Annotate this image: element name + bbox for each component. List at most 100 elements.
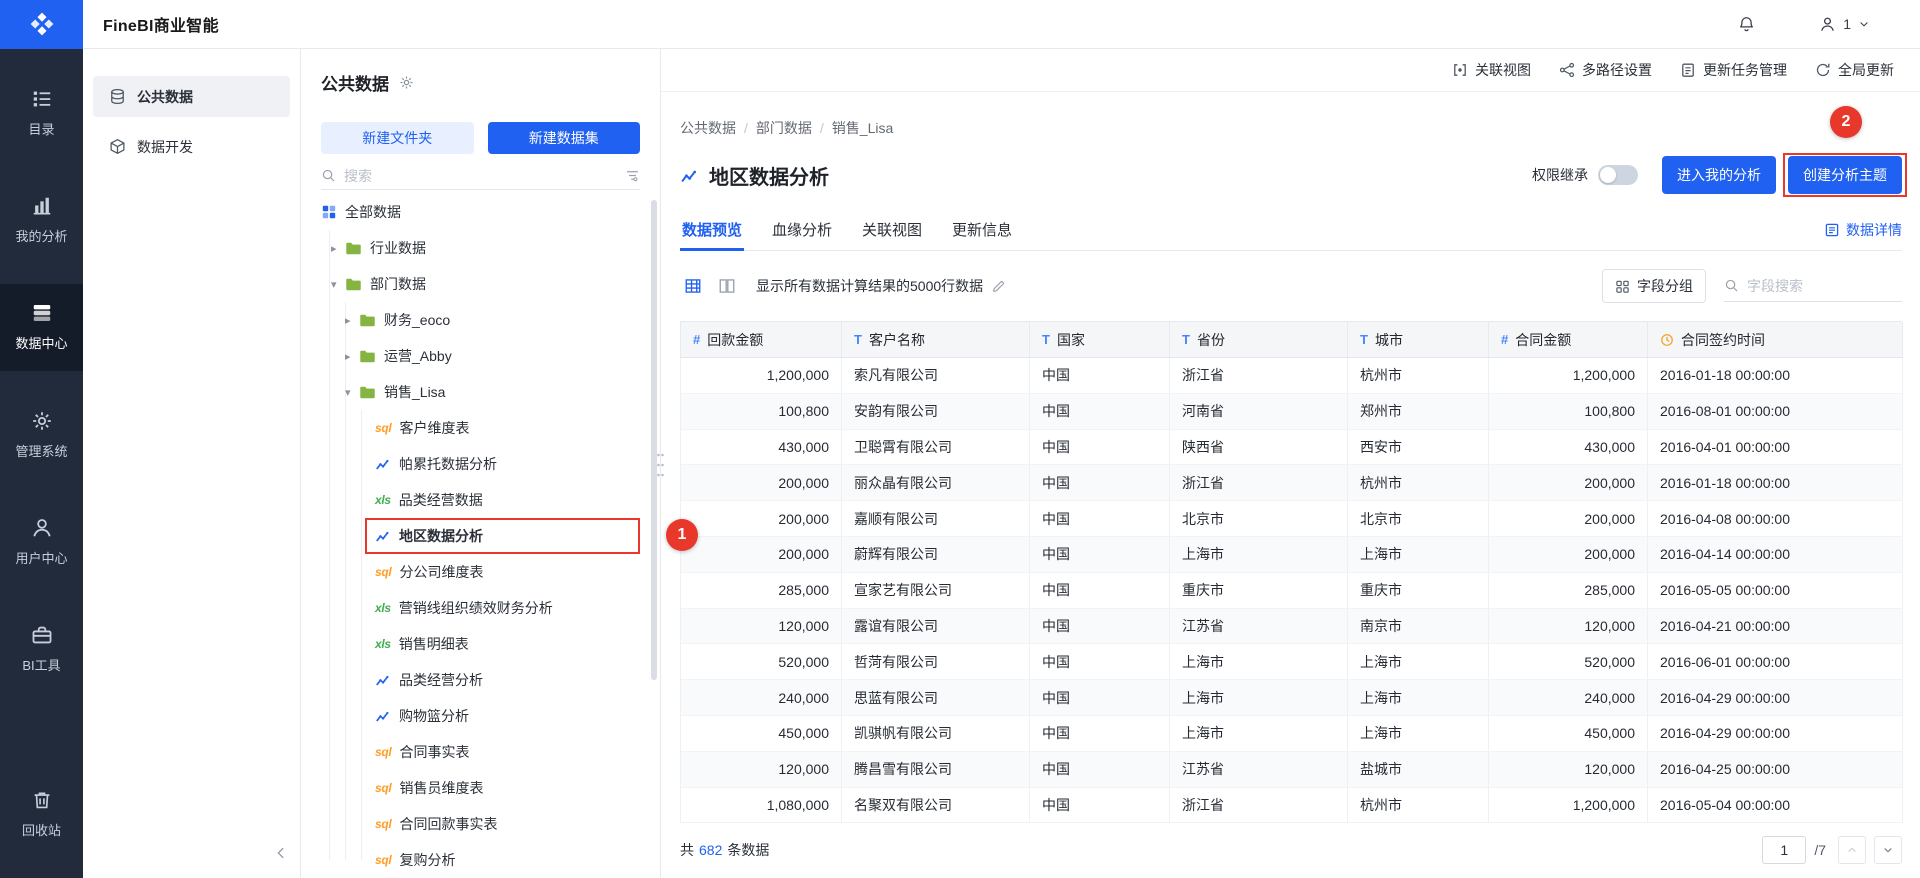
sql-icon: sql [375,745,392,759]
tree-item[interactable]: xls 品类经营数据 [301,482,660,518]
table-cell: 思蓝有限公司 [842,680,1030,716]
field-group-button[interactable]: 字段分组 [1602,269,1706,303]
expand-arrow-icon[interactable]: ▸ [345,314,359,327]
table-cell: 中国 [1030,572,1170,609]
breadcrumb-item[interactable]: 公共数据 [680,118,736,138]
gear-icon[interactable] [399,75,414,90]
table-cell: 1,200,000 [1489,787,1648,824]
tree-item[interactable]: 全部数据 [301,194,660,230]
column-header-6[interactable]: # 合同金额 [1489,322,1648,358]
tab-relation-view[interactable]: 关联视图 [860,209,924,250]
prev-page-button[interactable] [1838,836,1866,864]
new-folder-button[interactable]: 新建文件夹 [321,122,474,154]
table-cell: 江苏省 [1170,751,1348,788]
toolbar-link-multi-path-settings[interactable]: 多路径设置 [1559,60,1652,80]
field-search-input[interactable] [1747,277,1902,294]
table-cell: 2016-04-21 00:00:00 [1648,608,1903,645]
xls-icon: xls [375,601,391,615]
tab-lineage-analysis[interactable]: 血缘分析 [770,209,834,250]
relation-view-icon [1452,62,1468,78]
tree-search-input[interactable] [344,167,617,184]
sidebar-item-management-system[interactable]: 管理系统 [0,391,83,478]
breadcrumb-item[interactable]: 销售_Lisa [832,118,893,138]
sidebar-item-data-center[interactable]: 数据中心 [0,283,83,372]
filter-icon[interactable] [625,168,640,183]
toolbar-link-update-task-management[interactable]: 更新任务管理 [1680,60,1787,80]
table-view-icon[interactable] [680,273,706,299]
table-cell: 上海市 [1170,715,1348,752]
toolbar-link-relation-view[interactable]: 关联视图 [1452,60,1531,80]
total-count: 共 682 条数据 [680,840,769,860]
tree-item[interactable]: sql 合同回款事实表 [301,806,660,842]
tree-item[interactable]: sql 客户维度表 [301,410,660,446]
table-cell: 200,000 [1489,465,1648,502]
tree-item[interactable]: 品类经营分析 [301,662,660,698]
table-cell: 120,000 [681,751,842,788]
tree-item[interactable]: sql 销售员维度表 [301,770,660,806]
tree-item-label: 营销线组织绩效财务分析 [398,600,553,616]
tree-item[interactable]: sql 合同事实表 [301,734,660,770]
tree-item[interactable]: 购物篮分析 [301,698,660,734]
tree-panel-header: 公共数据 [301,69,660,95]
toolbar-link-label: 全局更新 [1838,62,1894,78]
new-dataset-button[interactable]: 新建数据集 [487,122,640,154]
expand-arrow-icon[interactable]: ▸ [345,350,359,363]
tree-item[interactable]: ▾ 部门数据 [301,266,660,302]
chevron-down-icon [1858,18,1870,30]
create-analysis-theme-button[interactable]: 创建分析主题 [1788,156,1902,194]
data-detail-link[interactable]: 数据详情 [1824,209,1902,250]
column-header-7[interactable]: 合同签约时间 [1648,322,1903,358]
tree-item[interactable]: xls 销售明细表 [301,626,660,662]
panel-resize-handle[interactable] [656,450,665,485]
permission-toggle[interactable] [1598,165,1638,185]
sidebar-item-catalog[interactable]: 目录 [0,69,83,156]
breadcrumb-item[interactable]: 部门数据 [756,118,812,138]
next-page-button[interactable] [1874,836,1902,864]
column-header-5[interactable]: T 城市 [1348,322,1489,358]
expand-arrow-icon[interactable]: ▸ [331,242,345,255]
data-dev-icon [109,138,126,155]
enter-my-analysis-button[interactable]: 进入我的分析 [1662,156,1776,194]
card-view-icon[interactable] [714,273,740,299]
tree-item[interactable]: 帕累托数据分析 [301,446,660,482]
table-cell: 430,000 [1489,429,1648,466]
tree-item[interactable]: ▸ 财务_eoco [301,302,660,338]
toolbar-link-global-update[interactable]: 全局更新 [1815,60,1894,80]
tab-update-info[interactable]: 更新信息 [950,209,1014,250]
table-row: 240,000 思蓝有限公司 中国 上海市 上海市 240,000 2016-04-29 0… [681,680,1903,716]
chevron-down-icon [1882,844,1894,856]
page-number-input[interactable] [1762,836,1807,864]
column-header-2[interactable]: T 客户名称 [842,322,1030,358]
sidebar-item-bi-tools[interactable]: BI工具 [0,606,83,693]
folder-icon [359,385,376,400]
text-field-icon: T [854,332,862,347]
tree-scrollbar[interactable] [651,200,657,680]
finebi-logo[interactable] [0,0,83,49]
tree-item[interactable]: ▸ 行业数据 [301,230,660,266]
module-item-public-data[interactable]: 公共数据 [93,76,290,117]
tree-item[interactable]: xls 营销线组织绩效财务分析 [301,590,660,626]
sidebar-item-my-analysis[interactable]: 我的分析 [0,176,83,263]
table-cell: 卫聪霄有限公司 [842,429,1030,466]
tree-item[interactable]: ▾ 销售_Lisa [301,374,660,410]
collapse-panel-icon[interactable] [274,846,288,860]
notification-bell-icon[interactable] [1738,16,1755,33]
tree-item-selected[interactable]: 地区数据分析 [301,518,660,554]
tree-item[interactable]: sql 复购分析 [301,842,660,878]
column-header-1[interactable]: # 回款金额 [681,322,842,358]
collapse-arrow-icon[interactable]: ▾ [331,278,345,291]
column-header-4[interactable]: T 省份 [1170,322,1348,358]
edit-icon[interactable] [991,279,1006,294]
sidebar-item-user-center[interactable]: 用户中心 [0,498,83,585]
sidebar-item-recycle-bin[interactable]: 回收站 [0,771,83,858]
tree-item[interactable]: ▸ 运营_Abby [301,338,660,374]
recycle-icon [31,789,53,811]
tab-data-preview[interactable]: 数据预览 [680,209,745,251]
tree-item[interactable]: sql 分公司维度表 [301,554,660,590]
user-menu[interactable]: 1 [1819,16,1870,33]
table-cell: 上海市 [1170,644,1348,681]
column-header-3[interactable]: T 国家 [1030,322,1170,358]
collapse-arrow-icon[interactable]: ▾ [345,386,359,399]
table-cell: 200,000 [681,536,842,573]
module-item-data-dev[interactable]: 数据开发 [93,126,290,167]
